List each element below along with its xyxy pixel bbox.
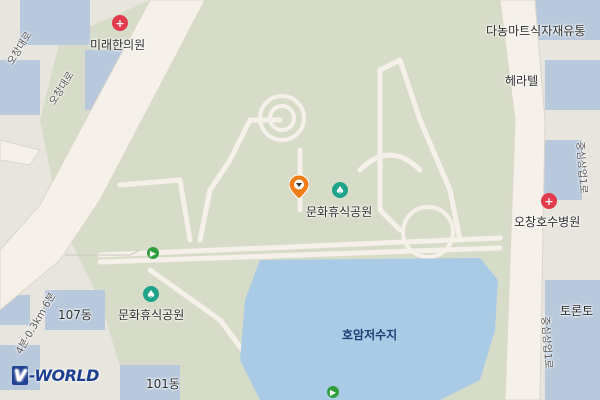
vworld-logo: V -WORLD [12, 366, 99, 385]
place-label-toron[interactable]: 토론토 [560, 302, 593, 319]
park-icon[interactable]: ♠ [143, 286, 159, 302]
vworld-logo-v: V [12, 366, 28, 385]
place-label-hospital-top[interactable]: 미래한의원 [90, 36, 145, 53]
place-label-park-left[interactable]: 문화휴식공원 [118, 306, 184, 323]
park-icon[interactable]: ♠ [332, 182, 348, 198]
place-label-hotel[interactable]: 헤라텔 [505, 72, 538, 89]
place-label-park-center[interactable]: 문화휴식공원 [306, 203, 372, 220]
hospital-icon[interactable]: + [541, 193, 557, 209]
hospital-icon[interactable]: + [112, 15, 128, 31]
bus-stop-icon[interactable]: ▶ [147, 247, 159, 259]
map-canvas[interactable] [0, 0, 600, 400]
place-label-mart[interactable]: 다농마트식자재유통 [486, 22, 585, 39]
lake-label[interactable]: 호암저수지 [342, 326, 397, 343]
location-pin-icon[interactable] [289, 175, 309, 199]
building-label-107[interactable]: 107동 [58, 306, 92, 323]
vworld-logo-text: -WORLD [28, 366, 99, 385]
building-label-101[interactable]: 101동 [146, 375, 180, 392]
place-label-hospital-right[interactable]: 오창호수병원 [514, 213, 580, 230]
bus-stop-icon[interactable]: ▶ [327, 386, 339, 398]
